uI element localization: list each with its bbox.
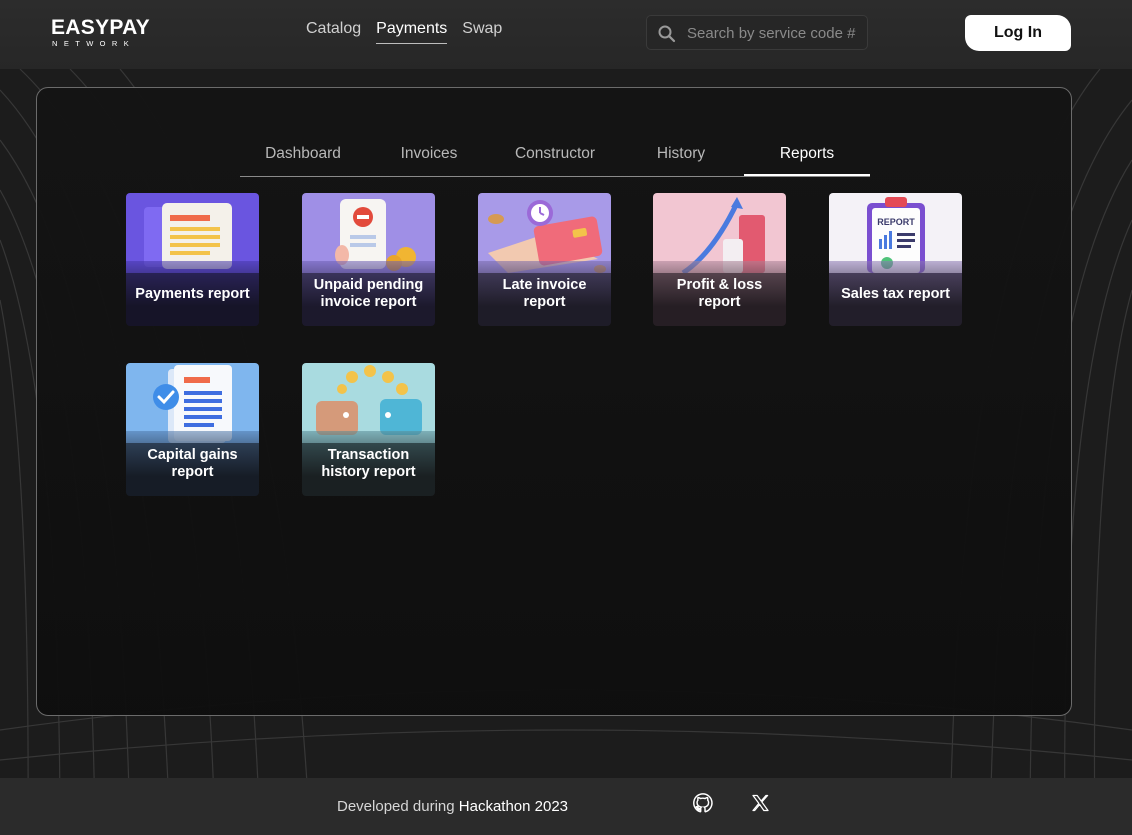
card-label-line1: Transaction	[327, 447, 410, 463]
card-label-line1: Capital gains	[147, 447, 238, 463]
card-label-line1: Late invoice	[502, 277, 587, 293]
footer-event: Hackathon 2023	[458, 798, 569, 815]
card-label-line1: Profit & loss	[676, 277, 763, 293]
reports-panel: Dashboard Invoices Constructor History R…	[36, 87, 1072, 716]
footer-credit: Developed during Hackathon 2023	[337, 798, 568, 815]
main-nav: Catalog Payments Swap	[306, 18, 502, 44]
search-icon	[658, 25, 676, 43]
report-card-payments[interactable]: Payments report	[126, 193, 259, 326]
logo-subtitle: NETWORK	[52, 39, 136, 48]
card-label-line2: report	[171, 464, 214, 480]
report-card-profit-loss[interactable]: Profit & loss report	[653, 193, 786, 326]
card-label-line1: Unpaid pending	[313, 277, 424, 293]
report-card-late-invoice[interactable]: Late invoice report	[478, 193, 611, 326]
card-label-line2: invoice report	[320, 294, 417, 310]
card-label-line2: report	[523, 294, 566, 310]
login-button[interactable]: Log In	[965, 15, 1071, 51]
easypay-logo[interactable]: EASYPAY NETWORK	[51, 16, 150, 49]
logo-wordmark: EASYPAY	[51, 16, 150, 39]
card-label: Sales tax report	[841, 286, 950, 302]
report-card-capital-gains[interactable]: Capital gains report	[126, 363, 259, 496]
clipboard-image-text: REPORT	[877, 217, 915, 227]
top-header: EASYPAY NETWORK Catalog Payments Swap Lo…	[0, 0, 1132, 69]
search-box	[646, 15, 869, 51]
tab-constructor[interactable]: Constructor	[492, 140, 618, 176]
tab-invoices[interactable]: Invoices	[366, 140, 492, 176]
footer: Developed during Hackathon 2023	[0, 778, 1132, 835]
card-label-line2: report	[698, 294, 741, 310]
footer-prefix: Developed during	[337, 798, 455, 815]
card-label: Payments report	[135, 286, 250, 302]
tab-reports[interactable]: Reports	[744, 140, 870, 176]
tab-dashboard[interactable]: Dashboard	[240, 140, 366, 176]
nav-payments[interactable]: Payments	[376, 18, 448, 44]
tab-history[interactable]: History	[618, 140, 744, 176]
nav-catalog[interactable]: Catalog	[306, 18, 361, 44]
section-tabs: Dashboard Invoices Constructor History R…	[240, 140, 870, 177]
report-card-unpaid-pending-invoice[interactable]: Unpaid pending invoice report	[302, 193, 435, 326]
github-icon[interactable]	[692, 792, 714, 814]
card-label-line2: history report	[321, 464, 416, 480]
report-card-sales-tax[interactable]: REPORT Sales tax report	[829, 193, 962, 326]
search-input[interactable]	[685, 16, 869, 51]
report-card-transaction-history[interactable]: Transaction history report	[302, 363, 435, 496]
x-twitter-icon[interactable]	[750, 793, 771, 813]
nav-swap[interactable]: Swap	[462, 18, 502, 44]
